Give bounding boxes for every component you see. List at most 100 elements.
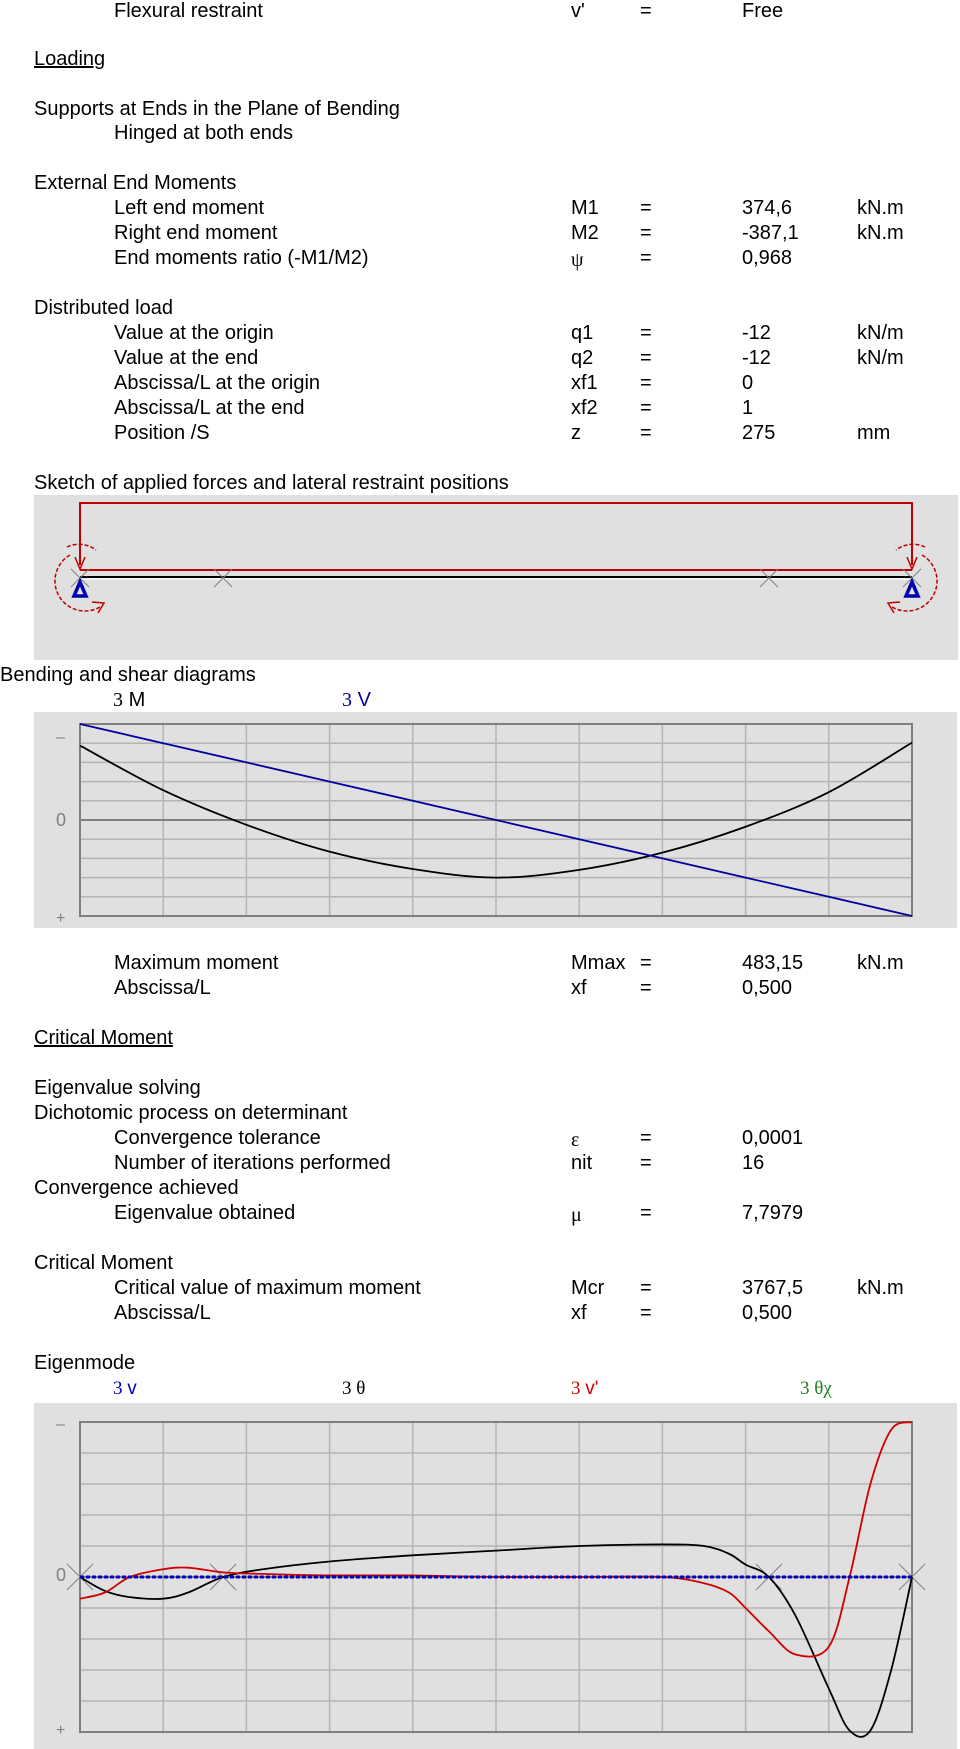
legend-theta: 3 θ [342,1378,365,1400]
row-value: 275 [742,422,776,444]
row-label: Eigenvalue obtained [114,1202,296,1224]
bending-shear-svg [79,723,913,917]
row-label: Position /S [114,422,210,444]
row-label: Right end moment [114,222,278,244]
legend-prefix: 3 [571,1378,581,1399]
hinge-support-right-icon [903,577,921,598]
row-value: 3767,5 [742,1277,804,1299]
legend-shear: 3 V [342,689,371,711]
heading-distributed-load: Distributed load [34,297,173,319]
row-equals: = [640,322,652,344]
eigenmode-chart: – 0 + [34,1403,957,1749]
heading-convergence-achieved: Convergence achieved [34,1177,239,1199]
row-unit: kN.m [857,222,904,244]
row-value: 0,968 [742,247,793,269]
row-label: Number of iterations performed [114,1152,391,1174]
row-symbol: q1 [571,322,594,344]
row-value: 7,7979 [742,1202,804,1224]
axis-label-positive: + [56,1722,66,1739]
heading-supports: Supports at Ends in the Plane of Bending [34,98,400,120]
row-value: 483,15 [742,952,804,974]
legend-prefix: 3 [342,689,352,711]
row-symbol: Mmax [571,952,626,974]
row-label: Critical value of maximum moment [114,1277,421,1299]
legend-label: θχ [814,1378,832,1399]
row-label: Maximum moment [114,952,279,974]
supports-value: Hinged at both ends [114,122,294,144]
row-value: -12 [742,347,771,369]
row-symbol: nit [571,1152,593,1174]
legend-label: θ [356,1378,366,1399]
row-symbol: xf1 [571,372,598,394]
bending-shear-chart: – 0 + [34,712,957,928]
row-label: Convergence tolerance [114,1127,321,1149]
row-value: 0 [742,372,754,394]
row-value: 0,500 [742,977,793,999]
distributed-load-outline [79,502,913,565]
axis-label-zero: 0 [56,810,67,830]
row-equals: = [640,1202,652,1224]
heading-sketch: Sketch of applied forces and lateral res… [34,472,509,494]
row-equals: = [640,952,652,974]
axis-label-zero: 0 [56,1565,67,1585]
row-unit: kN.m [857,952,904,974]
row-value: 0,0001 [742,1127,804,1149]
row-symbol: ε [571,1129,580,1151]
row-symbol: v' [571,0,585,22]
row-label: Abscissa/L [114,977,211,999]
row-equals: = [640,1127,652,1149]
row-symbol: Mcr [571,1277,605,1299]
row-label: Abscissa/L at the end [114,397,305,419]
eigenmode-svg [66,1421,926,1738]
row-unit: kN.m [857,1277,904,1299]
row-equals: = [640,347,652,369]
axis-label-negative: – [56,729,65,746]
row-symbol: M2 [571,222,599,244]
legend-prefix: 3 [113,689,123,711]
axis-label-positive: + [56,910,66,927]
row-symbol: xf [571,977,587,999]
row-equals: = [640,197,652,219]
row-symbol: q2 [571,347,594,369]
row-equals: = [640,222,652,244]
heading-critical-moment: Critical Moment [34,1252,173,1274]
row-value: -387,1 [742,222,799,244]
row-value: 0,500 [742,1302,793,1324]
row-label: Flexural restraint [114,0,263,22]
row-equals: = [640,977,652,999]
section-heading-critical-moment: Critical Moment [34,1027,173,1049]
legend-theta-chi: 3 θχ [800,1378,832,1400]
heading-bending-shear: Bending and shear diagrams [0,664,256,686]
row-equals: = [640,1152,652,1174]
row-symbol: xf [571,1302,587,1324]
row-unit: kN.m [857,197,904,219]
legend-moment: 3 M [113,689,145,711]
row-label: Left end moment [114,197,265,219]
heading-dichotomic: Dichotomic process on determinant [34,1102,348,1124]
legend-label: v [127,1378,137,1399]
row-equals: = [640,1302,652,1324]
axis-label-negative: – [56,1416,65,1433]
row-value: Free [742,0,784,22]
row-symbol: ψ [571,249,584,271]
row-unit: mm [857,422,891,444]
row-value: 374,6 [742,197,793,219]
legend-v: 3 v [113,1378,137,1400]
row-equals: = [640,397,652,419]
legend-prefix: 3 [113,1378,123,1399]
heading-end-moments: External End Moments [34,172,237,194]
row-label: Value at the end [114,347,259,369]
row-symbol: M1 [571,197,599,219]
row-equals: = [640,0,652,22]
row-unit: kN/m [857,322,904,344]
sketch-svg [54,502,938,614]
row-label: Abscissa/L at the origin [114,372,321,394]
heading-eigenvalue-solving: Eigenvalue solving [34,1077,201,1099]
row-value: 16 [742,1152,765,1174]
row-label: End moments ratio (-M1/M2) [114,247,369,269]
row-symbol: xf2 [571,397,598,419]
row-symbol: z [571,422,581,444]
legend-prefix: 3 [800,1378,810,1399]
hinge-support-left-icon [71,577,89,598]
row-equals: = [640,1277,652,1299]
